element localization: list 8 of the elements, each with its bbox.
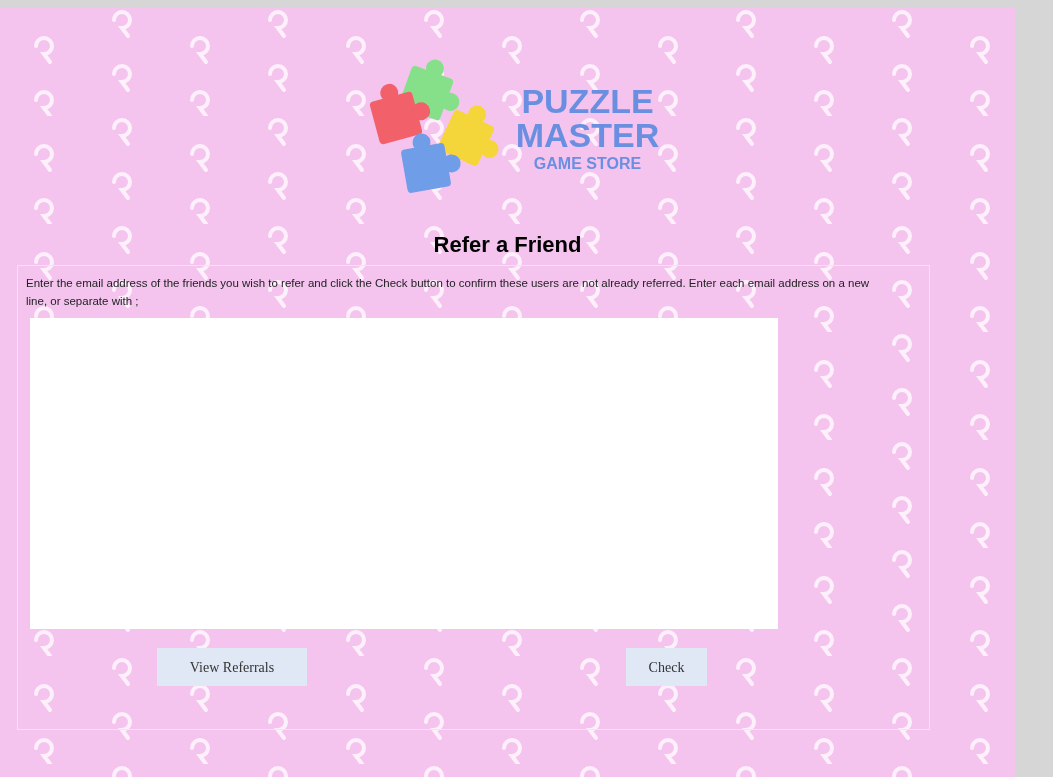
instructions-text: Enter the email address of the friends you wish to refer and click the Check button to confirm these users are not already referred. Enter each email address on a new line, or separate with ; xyxy=(26,276,871,309)
logo-text: GAME STORE xyxy=(533,156,642,172)
page-title: Refer a Friend xyxy=(433,231,582,259)
email-input-field[interactable] xyxy=(30,318,778,629)
logo-text: PUZZLE xyxy=(521,84,654,118)
logo-text: MASTER xyxy=(515,118,660,152)
check-button[interactable]: Check xyxy=(626,648,707,686)
view-referrals-button[interactable]: View Referrals xyxy=(157,648,307,686)
